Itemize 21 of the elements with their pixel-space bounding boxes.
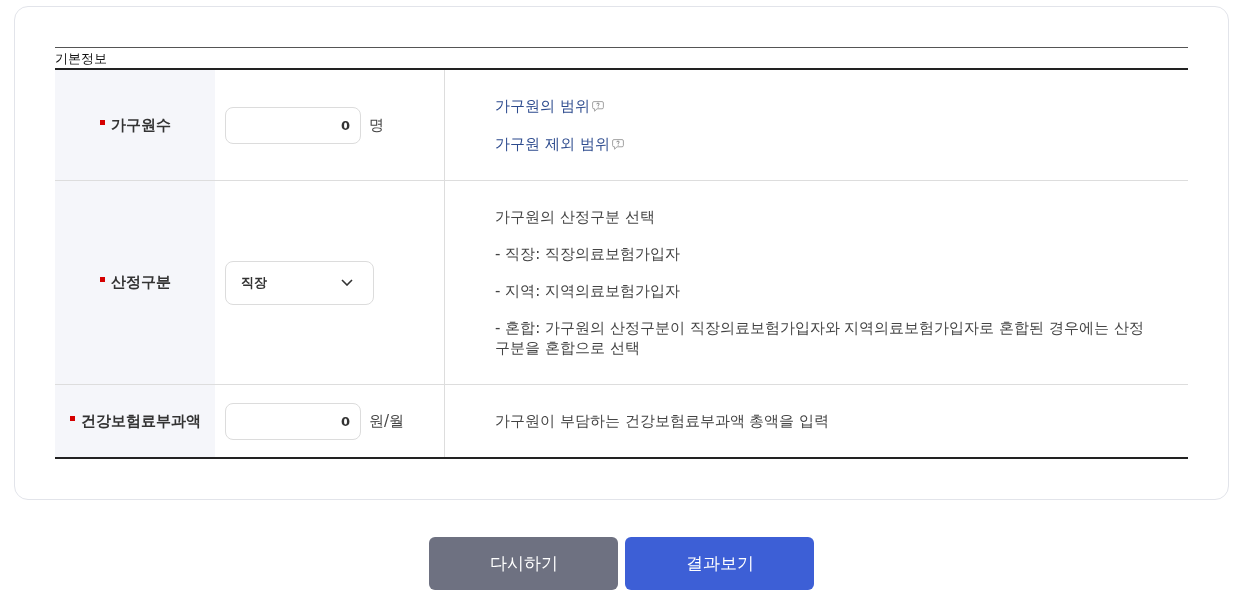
description-text: 가구원이 부담하는 건강보험료부과액 총액을 입력 [495, 411, 831, 431]
field-label: 건강보험료부과액 [80, 411, 201, 431]
dropdown-select[interactable]: 직장 [225, 260, 374, 305]
chevron-down-icon [341, 279, 353, 286]
number-input[interactable]: 0 [225, 402, 361, 440]
number-input[interactable]: 0 [225, 106, 361, 144]
unit-label: 원/월 [369, 411, 405, 431]
description-text: - 직장: 직장의료보험가입자 [495, 244, 681, 264]
field-label: 산정구분 [110, 273, 171, 292]
unit-label: 명 [369, 115, 384, 135]
field-label: 가구원수 [110, 115, 171, 135]
description-text: 가구원의 산정구분 선택 [495, 207, 656, 227]
result-button[interactable]: 결과보기 [625, 537, 814, 590]
section-title: 기본정보 [55, 50, 107, 68]
help-link[interactable]: 가구원의 범위 [495, 96, 590, 116]
reset-button[interactable]: 다시하기 [429, 537, 618, 590]
help-link[interactable]: 가구원 제외 범위 [495, 134, 610, 154]
help-bubble-icon [611, 138, 624, 150]
description-text: - 혼합: 가구원의 산정구분이 직장의료보험가입자와 지역의료보험가입자로 혼합된 경우에는 산정구분을 혼합으로 선택 [495, 318, 1145, 358]
help-bubble-icon [591, 100, 604, 112]
description-text: - 지역: 지역의료보험가입자 [495, 281, 681, 301]
